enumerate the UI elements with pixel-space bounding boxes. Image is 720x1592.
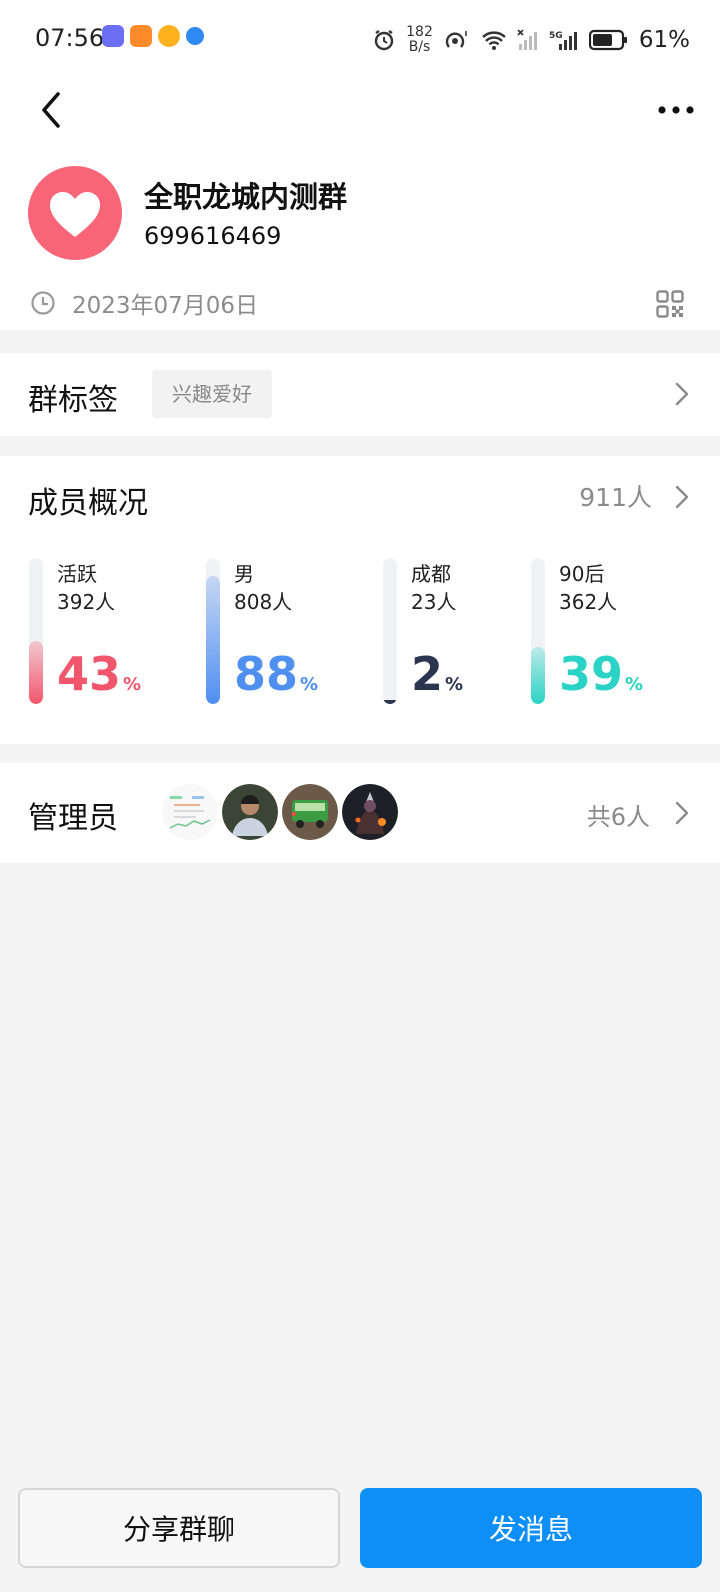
send-message-button[interactable]: 发消息 — [360, 1488, 702, 1568]
status-bar: 07:56 182 B/s 5G 61% — [0, 0, 720, 80]
net-speed: 182 B/s — [406, 25, 433, 55]
heart-icon — [50, 192, 100, 237]
chevron-right-icon — [675, 801, 689, 825]
hotspot-icon — [445, 31, 467, 48]
stat-percent-sign: % — [300, 674, 319, 695]
group-avatar[interactable] — [28, 166, 122, 260]
stat-percent: 2% — [411, 646, 463, 713]
stat-count: 23人 — [411, 590, 457, 614]
stat-label: 成都 — [411, 562, 451, 586]
stat-bar-track — [206, 558, 220, 704]
net-speed-value: 182 — [406, 24, 433, 40]
members-overview: 成员概况 911人 活跃 392人 43% 男 808人 88% 成都 23人 … — [0, 456, 720, 744]
members-title: 成员概况 — [28, 486, 148, 521]
signal-5g-icon: 5G — [549, 31, 577, 50]
svg-text:5G: 5G — [549, 31, 563, 41]
admin-avatar — [222, 784, 278, 840]
signal-no-sim-icon — [517, 29, 537, 50]
stat-count: 808人 — [234, 590, 293, 614]
alarm-icon — [374, 30, 394, 51]
stat-city: 成都 23人 2% — [383, 558, 543, 708]
browser-app-icon — [186, 27, 204, 45]
qr-code-icon[interactable] — [656, 290, 684, 318]
stat-bar-track — [29, 558, 43, 704]
stat-bar-fill — [531, 647, 545, 704]
stat-label: 活跃 — [57, 562, 97, 586]
group-tags-row[interactable]: 群标签 兴趣爱好 — [0, 353, 720, 436]
admins-count: 共6人 — [586, 803, 650, 831]
stat-label: 男 — [234, 562, 254, 586]
net-speed-unit: B/s — [408, 39, 431, 55]
battery-icon — [588, 29, 627, 51]
admins-row[interactable]: 管理员 共6人 — [0, 763, 720, 863]
created-date: 2023年07月06日 — [72, 293, 259, 319]
battery-percent: 61% — [638, 27, 690, 53]
stat-active: 活跃 392人 43% — [29, 558, 189, 708]
share-group-button[interactable]: 分享群聊 — [18, 1488, 340, 1568]
group-id: 699616469 — [144, 222, 282, 250]
group-name: 全职龙城内测群 — [144, 180, 348, 214]
admin-avatar — [342, 784, 398, 840]
stat-count: 392人 — [57, 590, 116, 614]
chevron-right-icon — [675, 382, 689, 406]
stat-percent-sign: % — [445, 674, 464, 695]
stat-bar-fill — [29, 641, 43, 704]
stat-percent-value: 2 — [411, 647, 444, 701]
admin-avatar — [162, 784, 218, 840]
stat-percent-value: 43 — [57, 647, 122, 701]
stat-count: 362人 — [559, 590, 618, 614]
bottom-action-bar: 分享群聊 发消息 — [0, 1486, 720, 1592]
wifi-icon — [482, 31, 506, 50]
members-total[interactable]: 911人 — [579, 478, 652, 514]
chevron-right-icon[interactable] — [674, 484, 690, 510]
stat-bar-fill — [206, 576, 220, 704]
stat-percent-sign: % — [625, 674, 644, 695]
back-icon[interactable] — [34, 88, 74, 132]
stat-percent: 39% — [559, 646, 643, 713]
video-app-icon — [130, 25, 152, 47]
group-header: 全职龙城内测群 699616469 2023年07月06日 — [0, 80, 720, 330]
stat-percent: 43% — [57, 646, 141, 713]
stat-male: 男 808人 88% — [206, 558, 366, 708]
stat-bar-track — [531, 558, 545, 704]
stat-percent-value: 39 — [559, 647, 624, 701]
stat-age: 90后 362人 39% — [531, 558, 691, 708]
more-options-icon[interactable] — [656, 98, 696, 122]
tags-title: 群标签 — [28, 383, 118, 418]
admin-avatar — [282, 784, 338, 840]
status-time: 07:56 — [35, 24, 105, 52]
stat-label: 90后 — [559, 562, 605, 586]
mascot-app-icon — [158, 25, 180, 47]
study-app-icon — [102, 25, 124, 47]
status-app-icons — [102, 25, 204, 47]
stat-bar-fill — [383, 700, 397, 704]
stat-bar-track — [383, 558, 397, 704]
admin-avatars — [162, 784, 398, 840]
tag-chip: 兴趣爱好 — [152, 370, 272, 418]
status-right: 182 B/s 5G 61% — [372, 20, 690, 60]
stat-percent-sign: % — [123, 674, 142, 695]
clock-icon — [31, 291, 55, 315]
stat-percent: 88% — [234, 646, 318, 713]
admins-title: 管理员 — [28, 801, 118, 836]
created-date-row: 2023年07月06日 — [30, 288, 259, 319]
stat-percent-value: 88 — [234, 647, 299, 701]
